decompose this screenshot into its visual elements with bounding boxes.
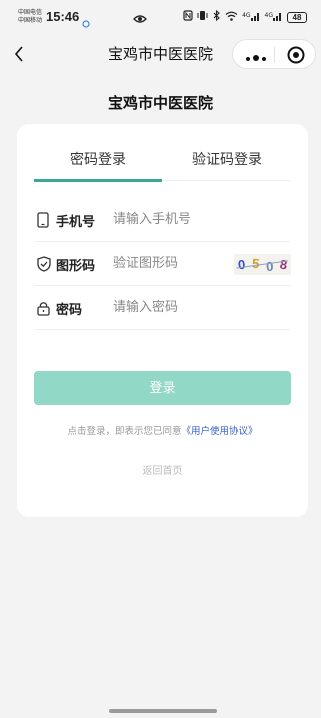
- shield-check-icon: [37, 256, 51, 272]
- back-home-link[interactable]: 返回首页: [17, 462, 308, 477]
- home-indicator[interactable]: [109, 709, 217, 713]
- signal-icon-2: 4G: [265, 11, 283, 24]
- login-button[interactable]: 登录: [34, 371, 291, 405]
- bluetooth-icon: [212, 9, 221, 24]
- captcha-char: 0: [236, 256, 246, 273]
- carrier-2: 中国移动: [18, 17, 43, 24]
- phone-icon: [37, 212, 51, 228]
- captcha-label: 图形码: [56, 259, 96, 274]
- carrier-1: 中国电信: [18, 9, 43, 16]
- agreement-text: 点击登录，即表示您已同意《用户使用协议》: [17, 423, 308, 437]
- password-label: 密码: [56, 303, 83, 318]
- tab-password-login[interactable]: 密码登录: [34, 148, 162, 182]
- status-icons: 4G 4G 48: [183, 9, 307, 24]
- nfc-icon: [183, 10, 193, 24]
- status-bar: 中国电信 中国移动 15:46 4G 4G 48: [0, 0, 321, 34]
- password-input[interactable]: [113, 296, 263, 318]
- captcha-input[interactable]: [113, 252, 223, 274]
- phone-input[interactable]: [113, 208, 263, 230]
- notification-icon: [82, 13, 90, 32]
- network-type-2: 4G: [264, 11, 273, 19]
- target-close-icon: [287, 46, 305, 64]
- user-agreement-link[interactable]: 《用户使用协议》: [182, 426, 258, 437]
- password-row: 密码: [34, 286, 291, 330]
- page-title: 宝鸡市中医医院: [107, 94, 213, 112]
- more-icon: [245, 46, 268, 65]
- tab-code-login[interactable]: 验证码登录: [163, 148, 291, 181]
- eye-icon: [133, 10, 147, 29]
- carrier-info: 中国电信 中国移动: [18, 9, 42, 25]
- more-button[interactable]: [242, 40, 270, 70]
- phone-label: 手机号: [56, 215, 96, 230]
- battery-indicator: 48: [287, 11, 307, 23]
- captcha-image[interactable]: 0 5 0 8: [234, 254, 291, 275]
- wifi-icon: [225, 11, 238, 24]
- vibrate-icon: [197, 10, 208, 24]
- clock: 15:46: [46, 9, 80, 24]
- network-type-1: 4G: [242, 11, 251, 19]
- lock-icon: [37, 300, 51, 316]
- captcha-row: 图形码 0 5 0 8: [34, 242, 291, 286]
- nav-bar: 宝鸡市中医医院: [0, 34, 321, 74]
- close-mini-program-button[interactable]: [281, 40, 311, 70]
- phone-row: 手机号: [34, 198, 291, 242]
- agreement-prefix: 点击登录，即表示您已同意: [67, 426, 182, 437]
- capsule-divider: [274, 47, 275, 63]
- signal-icon-1: 4G: [242, 11, 260, 24]
- captcha-char: 0: [265, 258, 274, 275]
- mini-program-capsule: [232, 39, 316, 69]
- login-tabs: 密码登录 验证码登录: [34, 148, 291, 182]
- login-card: 密码登录 验证码登录 手机号 图形码 0 5 0 8 密码 登录 点击登录，即表…: [17, 124, 308, 517]
- captcha-char: 8: [279, 256, 289, 273]
